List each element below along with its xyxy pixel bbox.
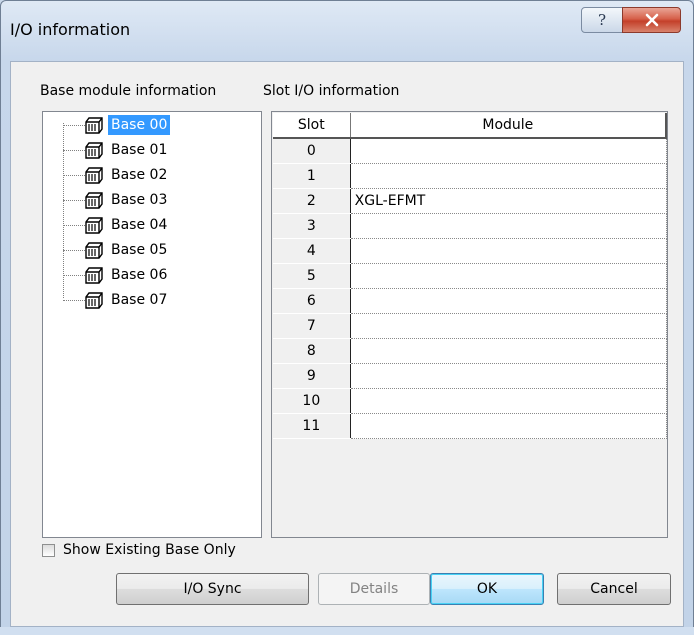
table-row[interactable]: 5 [273,263,667,289]
tree-connector [63,275,85,276]
module-cell[interactable] [350,238,667,264]
tree-item-base[interactable]: Base 06 [43,264,243,287]
module-cell[interactable] [350,388,667,414]
table-row[interactable]: 6 [273,288,667,314]
base-module-label: Base module information [40,83,217,99]
tree-item-label[interactable]: Base 02 [108,165,170,185]
base-module-icon [85,192,103,209]
base-module-tree[interactable]: Base 00 Base 01 Base 02 Base 03 Base 04 Base … [42,111,262,538]
tree-item-label[interactable]: Base 00 [108,115,171,135]
tree-item-label[interactable]: Base 04 [108,215,170,235]
tree-connector [63,150,85,151]
table-row[interactable]: 10 [273,388,667,414]
details-button[interactable]: Details [318,573,430,605]
tree-item-base[interactable]: Base 03 [43,189,243,212]
tree-connector [63,250,85,251]
slot-number-cell: 0 [273,138,351,164]
tree-item-base[interactable]: Base 00 [43,114,243,137]
io-information-window: I/O information ? Base module informatio… [0,0,694,635]
module-cell[interactable] [350,213,667,239]
title-bar[interactable]: I/O information ? [1,1,693,61]
base-module-icon [85,217,103,234]
tree-item-base[interactable]: Base 02 [43,164,243,187]
tree-item-base[interactable]: Base 07 [43,289,243,312]
cancel-button[interactable]: Cancel [557,573,671,605]
window-bottom-edge [0,627,694,635]
slot-number-cell: 7 [273,313,351,339]
show-existing-base-checkbox[interactable] [42,544,55,557]
table-row[interactable]: 9 [273,363,667,389]
base-module-icon [85,292,103,309]
help-button[interactable]: ? [581,7,623,33]
dialog-body: Base module information Slot I/O informa… [10,61,684,627]
table-row[interactable]: 2 XGL-EFMT [273,188,667,214]
close-icon [645,13,658,27]
module-cell[interactable] [350,313,667,339]
tree-item-base[interactable]: Base 04 [43,214,243,237]
table-row[interactable]: 11 [273,413,667,439]
slot-number-cell: 2 [273,188,351,214]
slot-number-cell: 10 [273,388,351,414]
tree-item-label[interactable]: Base 06 [108,265,170,285]
tree-connector [63,300,85,301]
slot-number-cell: 11 [273,413,351,439]
table-row[interactable]: 7 [273,313,667,339]
tree-connector [63,200,85,201]
base-module-icon [85,267,103,284]
table-row[interactable]: 4 [273,238,667,264]
slot-table: Slot Module 0 1 2 XGL-EFMT 3 4 5 6 7 8 9 10 11 [273,113,667,439]
slot-number-cell: 5 [273,263,351,289]
slot-number-cell: 1 [273,163,351,189]
table-row[interactable]: 0 [273,138,667,164]
tree-item-label[interactable]: Base 05 [108,240,170,260]
table-row[interactable]: 8 [273,338,667,364]
module-cell[interactable] [350,413,667,439]
module-cell[interactable]: XGL-EFMT [350,188,667,214]
show-existing-base-label[interactable]: Show Existing Base Only [63,542,236,558]
window-title: I/O information [10,20,131,39]
io-sync-button[interactable]: I/O Sync [116,573,309,605]
tree-item-label[interactable]: Base 07 [108,290,170,310]
slot-number-cell: 6 [273,288,351,314]
tree-item-label[interactable]: Base 03 [108,190,170,210]
module-cell[interactable] [350,138,667,164]
tree-connector [63,125,85,126]
tree-item-label[interactable]: Base 01 [108,140,170,160]
close-button[interactable] [622,7,681,33]
base-module-icon [85,117,103,134]
module-cell[interactable] [350,363,667,389]
tree-connector [63,175,85,176]
slot-number-cell: 9 [273,363,351,389]
tree-item-base[interactable]: Base 05 [43,239,243,262]
table-row[interactable]: 3 [273,213,667,239]
slot-number-cell: 4 [273,238,351,264]
module-cell[interactable] [350,288,667,314]
table-row[interactable]: 1 [273,163,667,189]
module-cell[interactable] [350,163,667,189]
module-cell[interactable] [350,263,667,289]
module-cell[interactable] [350,338,667,364]
column-header-slot[interactable]: Slot [273,113,351,139]
base-module-icon [85,167,103,184]
tree-item-base[interactable]: Base 01 [43,139,243,162]
base-module-icon [85,242,103,259]
slot-io-label: Slot I/O information [263,83,400,99]
help-icon: ? [597,11,607,29]
slot-number-cell: 8 [273,338,351,364]
tree-connector [63,225,85,226]
base-module-icon [85,142,103,159]
column-header-module[interactable]: Module [350,113,667,139]
slot-io-grid[interactable]: Slot Module 0 1 2 XGL-EFMT 3 4 5 6 7 8 9 10 11 [271,111,668,538]
slot-number-cell: 3 [273,213,351,239]
ok-button[interactable]: OK [430,573,544,605]
